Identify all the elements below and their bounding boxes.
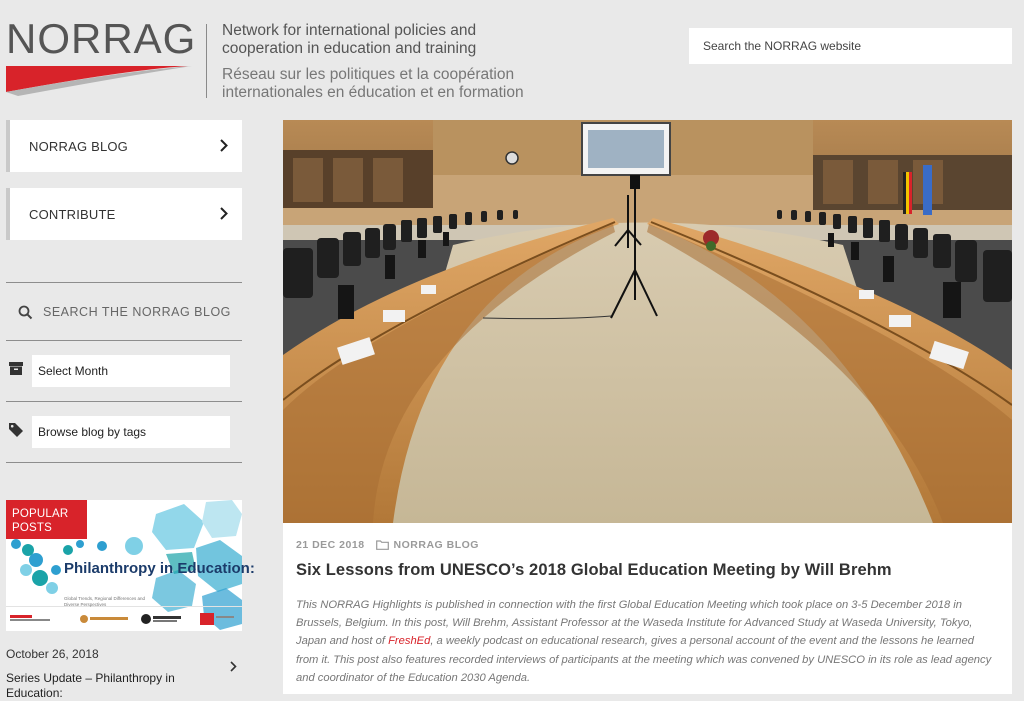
article-date: 21 DEC 2018 xyxy=(296,539,365,551)
blog-search xyxy=(18,300,242,324)
tagline-english: Network for international policies and c… xyxy=(222,22,477,57)
search-icon[interactable] xyxy=(18,305,33,320)
sidebar-item-label: CONTRIBUTE xyxy=(29,206,116,222)
blog-search-input[interactable] xyxy=(43,305,233,319)
logo-swoosh xyxy=(6,66,192,96)
article-title[interactable]: Six Lessons from UNESCO’s 2018 Global Ed… xyxy=(296,561,892,580)
sidebar-divider xyxy=(6,462,242,463)
sidebar-item-norrag-blog[interactable]: NORRAG BLOG xyxy=(6,120,242,172)
article-meta: 21 DEC 2018 NORRAG BLOG xyxy=(296,539,479,551)
conference-room-photo xyxy=(283,120,1012,523)
archive-month-select[interactable]: Select Month xyxy=(32,355,230,387)
chevron-right-icon[interactable] xyxy=(230,661,237,672)
archive-box-icon xyxy=(9,362,23,375)
norrag-logo[interactable]: NORRAG xyxy=(6,18,196,60)
partner-logos xyxy=(10,613,234,625)
sidebar-item-label: NORRAG BLOG xyxy=(29,138,128,154)
sidebar-divider xyxy=(6,340,242,341)
sidebar-divider xyxy=(6,282,242,283)
chevron-right-icon xyxy=(220,139,228,152)
article-category-link[interactable]: NORRAG BLOG xyxy=(394,539,479,551)
site-search-input[interactable] xyxy=(689,28,1012,64)
popular-posts-badge: POPULAR POSTS xyxy=(6,500,87,539)
sidebar-divider xyxy=(6,401,242,402)
sidebar-item-contribute[interactable]: CONTRIBUTE xyxy=(6,188,242,240)
popular-image-title: Philanthropy in Education: xyxy=(64,560,255,577)
freshed-link[interactable]: FreshEd xyxy=(388,635,430,647)
popular-post-title[interactable]: Series Update – Philanthropy in Educatio… xyxy=(6,671,196,701)
popular-post-date: October 26, 2018 xyxy=(6,647,99,661)
header-divider xyxy=(206,24,207,98)
popular-image-subtitle: Global Trends, Regional Differences and … xyxy=(64,596,145,607)
folder-icon xyxy=(375,540,389,550)
article-excerpt: This NORRAG Highlights is published in c… xyxy=(296,596,998,687)
chevron-right-icon xyxy=(220,207,228,220)
tagline-french: Réseau sur les politiques et la coopérat… xyxy=(222,66,524,101)
article-hero-image[interactable] xyxy=(283,120,1012,523)
browse-tags-select[interactable]: Browse blog by tags xyxy=(32,416,230,448)
tag-icon xyxy=(9,423,23,437)
